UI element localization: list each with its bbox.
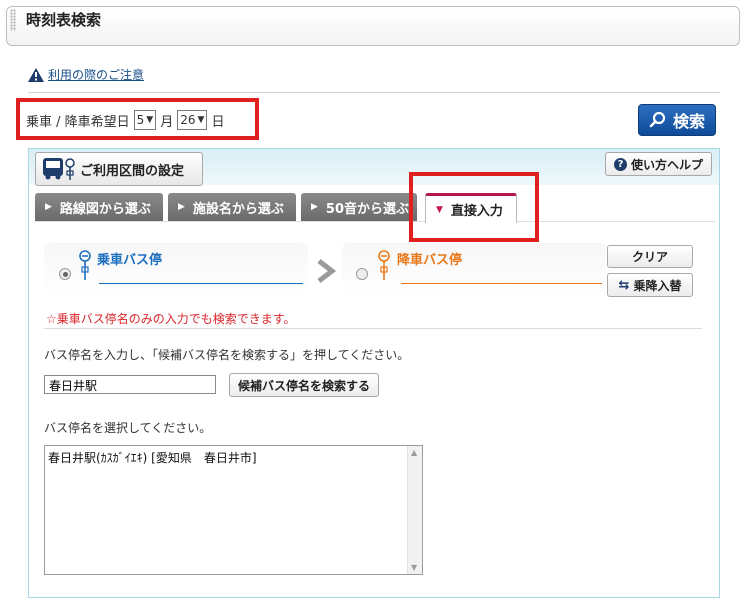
- boarding-stop-label: 乗車バス停: [97, 253, 163, 268]
- month-value: 5: [136, 113, 145, 127]
- tab-label: 50音から選ぶ: [325, 201, 410, 217]
- alighting-stop-label: 降車バス停: [397, 253, 463, 268]
- warning-icon: [28, 67, 44, 82]
- caret-right-icon: ▶: [45, 202, 52, 212]
- search-button-label: 検索: [672, 112, 705, 131]
- tab-route-map[interactable]: ▶ 路線図から選ぶ: [35, 193, 163, 221]
- chevron-down-icon: ▼: [197, 115, 205, 125]
- input-instruction: バス停名を入力し、「候補バス停名を検索する」を押してください。: [44, 348, 410, 362]
- scroll-down-icon[interactable]: ▼: [411, 563, 417, 572]
- bus-stop-icon: [79, 250, 91, 280]
- tab-highlight-box: [409, 172, 539, 242]
- arrow-right-icon: [317, 259, 336, 283]
- caret-right-icon: ▶: [311, 202, 318, 212]
- caret-right-icon: ▶: [178, 202, 185, 212]
- alighting-underline: [401, 283, 602, 284]
- tab-facility[interactable]: ▶ 施設名から選ぶ: [168, 193, 296, 221]
- scroll-up-icon[interactable]: ▲: [411, 448, 417, 457]
- help-icon: ?: [614, 157, 627, 171]
- swap-button[interactable]: ⇆ 乗降入替: [607, 273, 693, 297]
- day-unit: 日: [211, 114, 225, 130]
- boarding-radio[interactable]: [59, 268, 71, 280]
- bus-stop-name-input[interactable]: 春日井駅: [44, 375, 216, 394]
- tab-label: 施設名から選ぶ: [192, 201, 284, 217]
- month-select[interactable]: 5 ▼: [133, 110, 157, 130]
- clear-label: クリア: [631, 250, 668, 264]
- grip-icon: [10, 9, 16, 31]
- candidate-search-label: 候補バス停名を検索する: [237, 378, 370, 393]
- swap-label: 乗降入替: [633, 278, 682, 293]
- list-item[interactable]: 春日井駅(ｶｽｶﾞｲｴｷ) [愛知県 春日井市]: [48, 449, 257, 466]
- day-select[interactable]: 26 ▼: [177, 110, 208, 130]
- bus-stop-icon: [378, 250, 390, 280]
- tab-label: 路線図から選ぶ: [59, 201, 151, 217]
- section-title-button: ご利用区間の設定: [35, 152, 203, 186]
- select-instruction: バス停名を選択してください。: [44, 421, 212, 435]
- help-label: 使い方ヘルプ: [631, 157, 704, 172]
- divider: [28, 92, 720, 93]
- page-title: 時刻表検索: [26, 11, 102, 29]
- alighting-radio[interactable]: [356, 268, 368, 280]
- date-label: 乗車 / 降車希望日: [26, 114, 130, 130]
- notice-text[interactable]: 利用の際のご注意: [48, 66, 144, 83]
- swap-icon: ⇆: [618, 277, 630, 293]
- listbox-scrollbar[interactable]: ▲ ▼: [407, 446, 422, 574]
- candidate-search-button[interactable]: 候補バス停名を検索する: [229, 373, 379, 397]
- tab-syllabary[interactable]: ▶ 50音から選ぶ: [301, 193, 417, 221]
- magnifier-icon: [649, 111, 666, 128]
- date-row: 乗車 / 降車希望日 5 ▼ 月 26 ▼ 日: [26, 110, 224, 130]
- boarding-underline: [99, 283, 303, 284]
- month-unit: 月: [160, 114, 174, 130]
- header-bar: [6, 6, 740, 46]
- notice-link[interactable]: 利用の際のご注意: [28, 66, 144, 83]
- clear-button[interactable]: クリア: [607, 245, 693, 268]
- day-value: 26: [180, 113, 196, 127]
- divider: [44, 328, 702, 329]
- search-note: ☆乗車バス停名のみの入力でも検索できます。: [46, 312, 296, 326]
- chevron-down-icon: ▼: [146, 115, 154, 125]
- bus-icon: [43, 158, 75, 180]
- section-title: ご利用区間の設定: [80, 163, 185, 179]
- help-button[interactable]: ? 使い方ヘルプ: [605, 152, 712, 176]
- tab-baseline: [35, 221, 715, 222]
- search-button[interactable]: 検索: [638, 104, 716, 136]
